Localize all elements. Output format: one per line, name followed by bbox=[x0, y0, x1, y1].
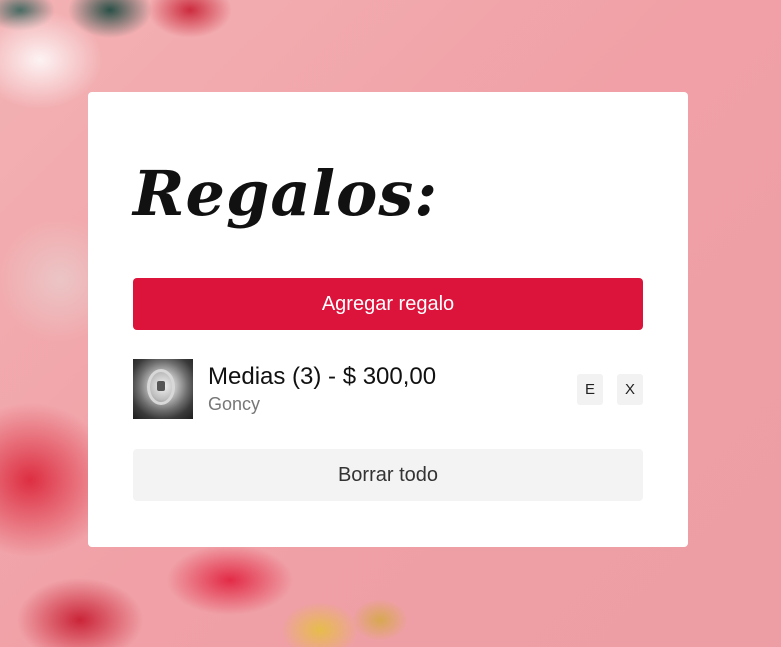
add-gift-button[interactable]: Agregar regalo bbox=[133, 278, 643, 330]
gift-name: Medias (3) - $ 300,00 bbox=[208, 363, 437, 390]
clear-all-button[interactable]: Borrar todo bbox=[133, 449, 643, 501]
gift-image bbox=[133, 359, 193, 419]
gift-recipient: Goncy bbox=[208, 394, 261, 414]
list-item: Medias (3) - $ 300,00 Goncy E X bbox=[133, 359, 643, 419]
page-title: Regalos: bbox=[133, 157, 439, 230]
edit-gift-button[interactable]: E bbox=[577, 374, 603, 405]
bolt-shape bbox=[157, 381, 165, 391]
gift-card: Regalos: Agregar regalo Medias (3) - $ 3… bbox=[88, 92, 688, 547]
delete-gift-button[interactable]: X bbox=[617, 374, 643, 405]
